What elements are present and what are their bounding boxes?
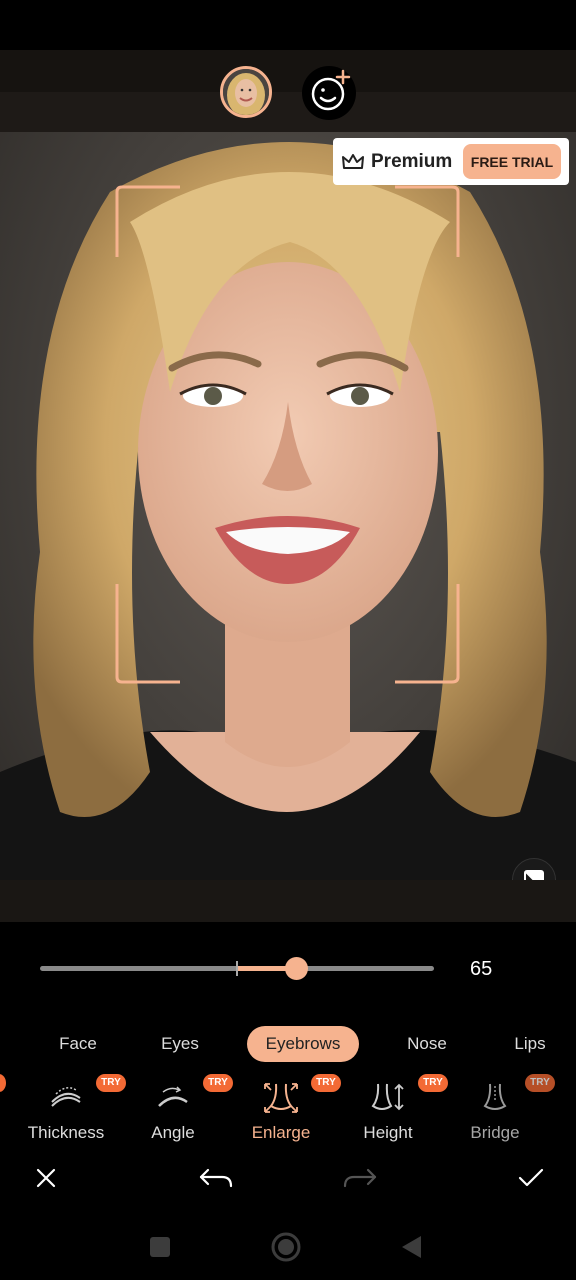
checkmark-icon (518, 1168, 544, 1187)
eyebrow-angle-icon (158, 1086, 188, 1107)
square-icon (150, 1237, 170, 1257)
nose-enlarge-icon (264, 1083, 298, 1113)
system-navigation-bar (0, 1214, 576, 1280)
face-detection-frame (115, 185, 460, 684)
top-strip (0, 50, 576, 92)
undo-icon (199, 1168, 233, 1188)
eyebrow-thickness-icon (51, 1087, 81, 1107)
lower-strip (0, 880, 576, 922)
tool-enlarge[interactable]: TRY Enlarge (227, 1068, 341, 1148)
tool-label: Bridge (470, 1123, 520, 1142)
tab-lips[interactable]: Lips (496, 1026, 564, 1062)
tool-list: TRY Thickness TRY Angle TRY Enlarge TRY … (0, 1068, 576, 1148)
redo-button[interactable] (340, 1158, 380, 1198)
tool-label: Enlarge (251, 1123, 311, 1142)
recents-button[interactable] (145, 1232, 175, 1262)
redo-icon (343, 1168, 377, 1188)
tool-height[interactable]: TRY Height (334, 1068, 448, 1148)
feature-tabs: Face Eyes Eyebrows Nose Lips (0, 1026, 576, 1062)
tab-face[interactable]: Face (44, 1026, 112, 1062)
crown-icon (342, 153, 364, 169)
tool-thickness[interactable]: TRY Thickness (12, 1068, 126, 1148)
tool-bridge[interactable]: TRY Bridge (441, 1068, 555, 1148)
tab-eyes[interactable]: Eyes (146, 1026, 214, 1062)
back-triangle-icon (402, 1236, 421, 1258)
slider-center-mark (236, 961, 238, 976)
tool-angle[interactable]: TRY Angle (119, 1068, 233, 1148)
action-bar (0, 1150, 576, 1206)
tab-eyebrows[interactable]: Eyebrows (247, 1026, 359, 1062)
add-face-button[interactable] (302, 66, 356, 120)
tool-label: Thickness (27, 1123, 105, 1142)
back-button[interactable] (396, 1232, 426, 1262)
premium-banner[interactable]: Premium FREE TRIAL (333, 138, 569, 185)
undo-button[interactable] (196, 1158, 236, 1198)
home-circle-icon (271, 1232, 301, 1262)
premium-label: Premium (371, 150, 453, 172)
free-trial-button[interactable]: FREE TRIAL (463, 144, 561, 179)
tool-label: Angle (151, 1123, 195, 1142)
photo-canvas[interactable] (0, 132, 576, 880)
partial-badge-icon (0, 1074, 6, 1092)
try-badge: TRY (525, 1074, 555, 1092)
close-button[interactable] (26, 1158, 66, 1198)
slider-thumb[interactable] (285, 957, 309, 980)
tool-label: Height (363, 1123, 413, 1142)
nose-height-icon (371, 1083, 404, 1111)
status-bar (0, 0, 576, 50)
face-selector-bar (0, 92, 576, 132)
add-face-icon (311, 69, 351, 111)
close-icon (36, 1168, 56, 1188)
face-thumbnail-image (223, 69, 269, 115)
home-button[interactable] (271, 1232, 301, 1262)
slider-value: 65 (470, 958, 493, 980)
apply-button[interactable] (511, 1158, 551, 1198)
detected-face-thumbnail[interactable] (220, 66, 272, 118)
nose-bridge-icon (483, 1083, 507, 1110)
intensity-slider[interactable] (40, 957, 434, 980)
tab-nose[interactable]: Nose (393, 1026, 461, 1062)
